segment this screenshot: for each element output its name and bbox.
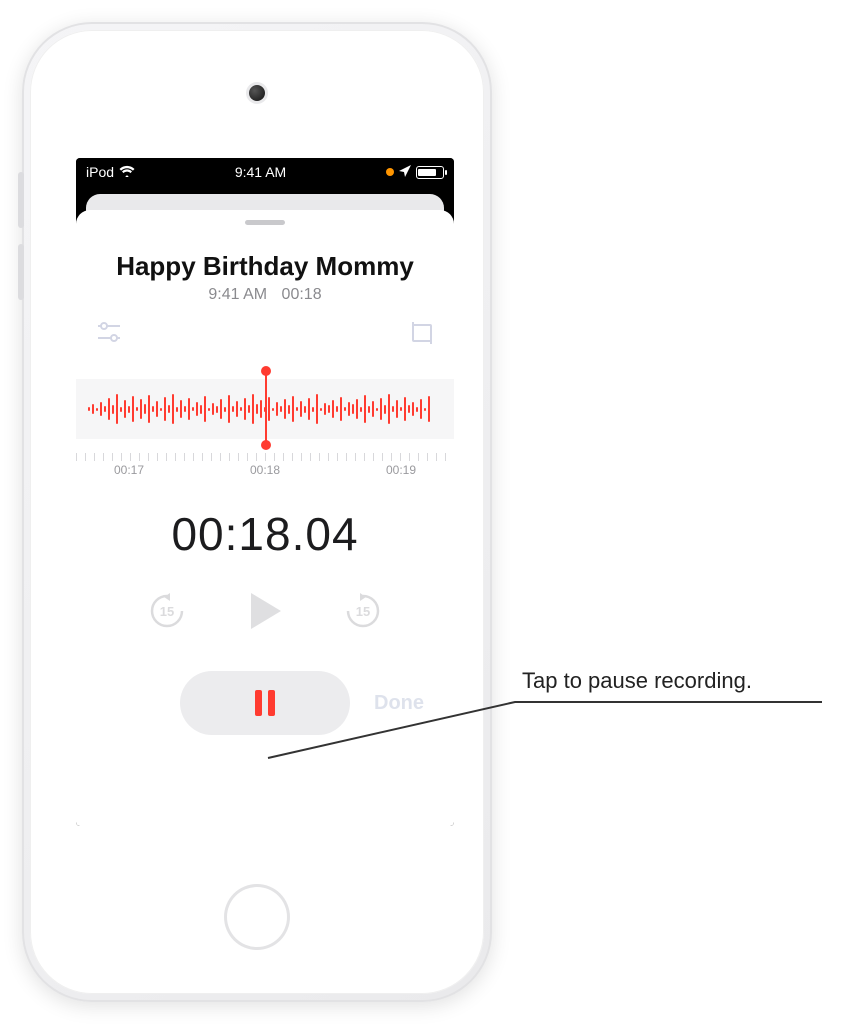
device-label: iPod [86,164,114,180]
recording-created-time: 9:41 AM [208,286,267,303]
waveform[interactable]: 00:17 00:18 00:19 [76,363,454,455]
svg-text:15: 15 [160,604,174,619]
transport-controls: 15 15 [76,587,454,635]
volume-buttons [18,172,24,316]
status-time: 9:41 AM [235,164,286,180]
recording-sheet: Happy Birthday Mommy 9:41 AM 00:18 [76,210,454,826]
elapsed-time: 00:18.04 [76,507,454,561]
ruler-label: 00:18 [250,463,280,477]
callout-label: Tap to pause recording. [522,668,752,694]
recording-duration: 00:18 [282,286,322,303]
svg-text:15: 15 [356,604,370,619]
ruler-label: 00:19 [386,463,416,477]
front-camera [249,85,265,101]
skip-forward-15-button[interactable]: 15 [341,589,385,633]
ruler-label: 00:17 [114,463,144,477]
playhead[interactable] [265,371,267,445]
status-bar: iPod 9:41 AM [76,158,454,186]
recording-indicator-icon [386,168,394,176]
device-frame: iPod 9:41 AM Happy [22,22,492,1002]
play-button[interactable] [241,587,289,635]
skip-back-15-button[interactable]: 15 [145,589,189,633]
location-icon [399,164,411,180]
home-button[interactable] [224,884,290,950]
trim-icon[interactable] [410,322,434,349]
recording-title[interactable]: Happy Birthday Mommy [76,245,454,286]
options-icon[interactable] [96,322,122,349]
screen: iPod 9:41 AM Happy [76,158,454,826]
battery-icon [416,166,444,179]
pause-icon [252,688,278,718]
pause-button[interactable] [180,671,350,735]
done-button[interactable]: Done [374,692,424,715]
recording-subtitle: 9:41 AM 00:18 [76,286,454,304]
sheet-grabber[interactable] [245,220,285,225]
wifi-icon [119,164,135,180]
time-ruler: 00:17 00:18 00:19 [76,463,454,477]
